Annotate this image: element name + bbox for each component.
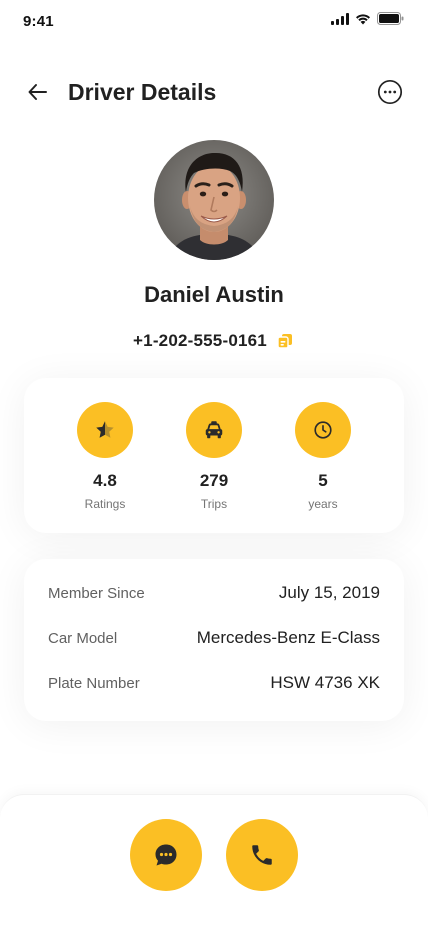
stat-label: Trips — [200, 497, 228, 511]
arrow-left-icon — [28, 84, 47, 100]
driver-name: Daniel Austin — [144, 282, 284, 307]
info-label: Member Since — [48, 584, 145, 602]
status-icons — [331, 12, 404, 30]
more-options-button[interactable] — [377, 79, 403, 105]
info-value: HSW 4736 XK — [270, 673, 380, 692]
driver-avatar — [154, 140, 274, 260]
status-bar: 9:41 — [0, 0, 428, 44]
chat-button[interactable] — [130, 819, 202, 891]
signal-icon — [331, 12, 349, 30]
header: Driver Details — [0, 70, 428, 114]
star-half-icon — [77, 402, 133, 458]
stat-value: 279 — [199, 471, 229, 490]
back-button[interactable] — [26, 80, 50, 104]
bottom-action-bar — [0, 794, 428, 926]
info-value: July 15, 2019 — [278, 583, 380, 602]
stats-card: 4.8 Ratings 279 Trips 5 years — [24, 378, 404, 533]
phone-row: +1-202-555-0161 — [0, 331, 428, 351]
info-row-plate-number: Plate Number HSW 4736 XK — [48, 673, 380, 693]
call-button[interactable] — [226, 819, 298, 891]
wifi-icon — [355, 12, 371, 30]
driver-info-card: Member Since July 15, 2019 Car Model Mer… — [24, 559, 404, 721]
stat-trips: 279 Trips — [174, 402, 254, 511]
driver-phone: +1-202-555-0161 — [133, 331, 267, 350]
stat-value: 5 — [318, 471, 328, 490]
stat-years: 5 years — [283, 402, 363, 511]
stat-value: 4.8 — [93, 471, 117, 490]
page-title: Driver Details — [68, 78, 217, 105]
info-label: Plate Number — [48, 674, 140, 692]
clock-icon — [295, 402, 351, 458]
taxi-icon — [186, 402, 242, 458]
info-row-member-since: Member Since July 15, 2019 — [48, 583, 380, 603]
info-row-car-model: Car Model Mercedes-Benz E-Class — [48, 628, 380, 648]
copy-icon — [277, 334, 292, 349]
stat-label: years — [308, 497, 338, 511]
phone-icon — [252, 845, 272, 865]
more-circle-icon — [377, 79, 403, 105]
info-label: Car Model — [48, 629, 118, 647]
copy-phone-button[interactable] — [277, 332, 295, 350]
battery-icon — [377, 12, 404, 30]
chat-icon — [155, 844, 177, 866]
status-time: 9:41 — [23, 12, 54, 30]
info-value: Mercedes-Benz E-Class — [196, 628, 380, 647]
stat-ratings: 4.8 Ratings — [65, 402, 145, 511]
stat-label: Ratings — [84, 497, 126, 511]
